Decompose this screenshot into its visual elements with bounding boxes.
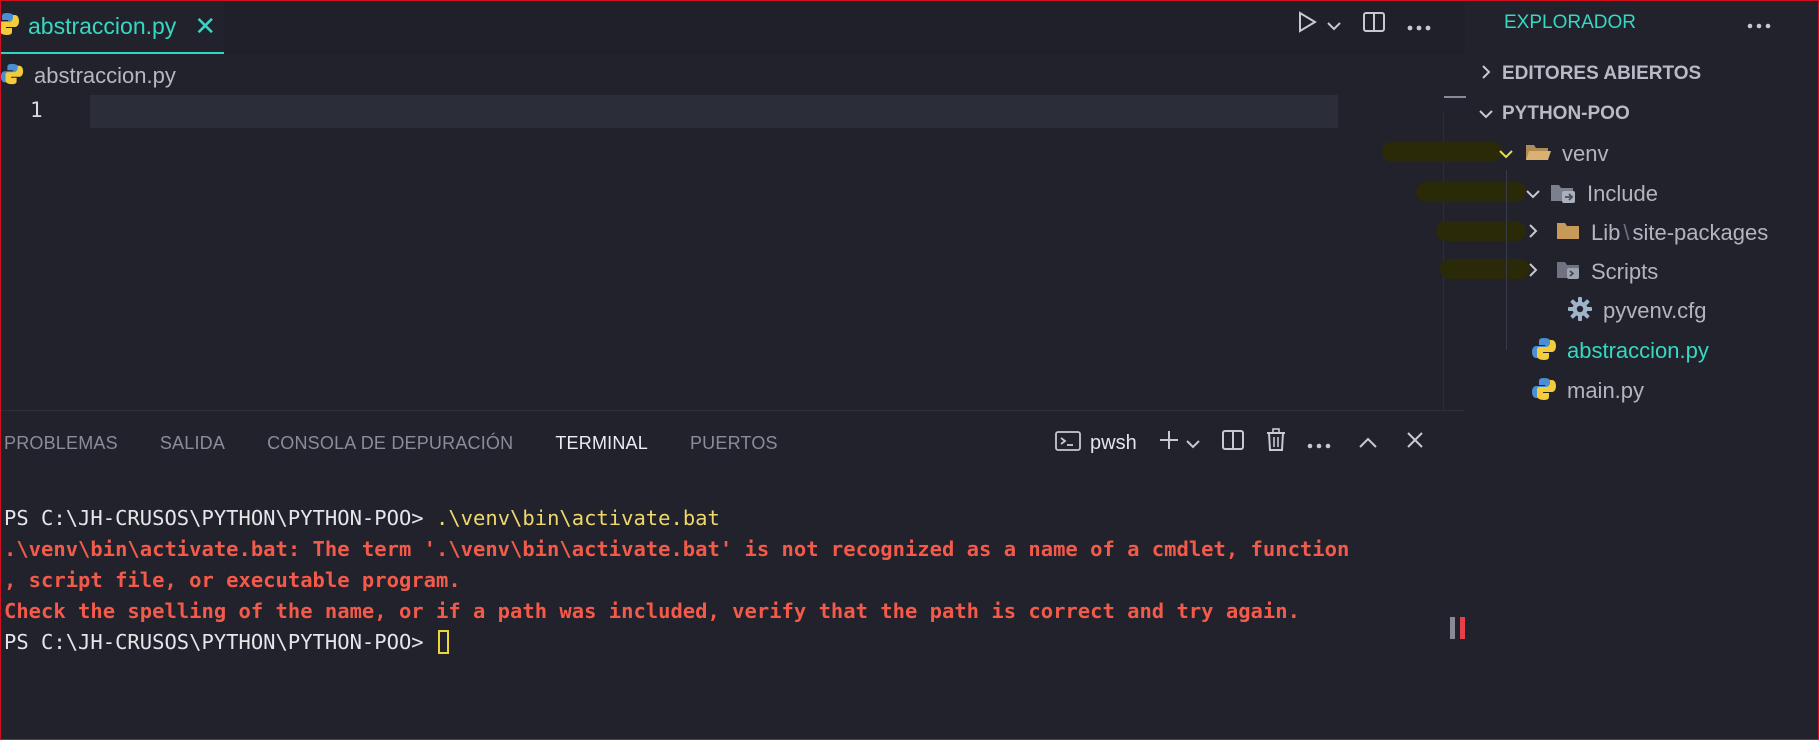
python-file-icon [0, 11, 20, 42]
section-label: EDITORES ABIERTOS [1502, 63, 1702, 84]
add-terminal-icon[interactable] [1157, 428, 1181, 458]
subfolder-name: site-packages [1632, 220, 1769, 245]
gear-icon [1567, 296, 1593, 327]
annotation-scribble [1440, 259, 1530, 279]
path-separator: \ [1623, 220, 1630, 245]
section-project[interactable]: PYTHON-POO [1476, 97, 1630, 131]
bottom-panel: PROBLEMAS SALIDA CONSOLA DE DEPURACIÓN T… [0, 410, 1465, 739]
folder-icon [1555, 220, 1581, 247]
explorer-title: EXPLORADOR [1504, 12, 1636, 33]
trash-icon[interactable] [1265, 428, 1287, 458]
python-file-icon [0, 62, 24, 91]
tree-item-label: pyvenv.cfg [1603, 298, 1707, 323]
panel-tabs: PROBLEMAS SALIDA CONSOLA DE DEPURACIÓN T… [4, 433, 778, 454]
tree-item-label: main.py [1567, 378, 1645, 403]
tree-item-label: venv [1562, 141, 1609, 166]
chevron-down-icon [1523, 184, 1543, 205]
tab-consola-depuracion[interactable]: CONSOLA DE DEPURACIÓN [267, 433, 513, 454]
terminal-error-line: Check the spelling of the name, or if a … [4, 599, 1300, 623]
section-label: PYTHON-POO [1502, 103, 1630, 124]
maximize-panel-icon[interactable] [1357, 430, 1379, 456]
chevron-down-icon[interactable] [1185, 430, 1201, 456]
more-icon[interactable] [1307, 430, 1331, 456]
tree-item-include[interactable]: Include [1523, 177, 1658, 211]
tree-item-scripts[interactable]: Scripts [1523, 255, 1658, 289]
terminal-prompt: PS C:\JH-CRUSOS\PYTHON\PYTHON-POO> [4, 506, 424, 530]
panel-actions: pwsh [1054, 425, 1425, 461]
tab-label: abstraccion.py [28, 12, 177, 39]
close-panel-icon[interactable] [1405, 430, 1425, 456]
python-file-icon [1531, 336, 1557, 367]
tab-problemas[interactable]: PROBLEMAS [4, 433, 118, 454]
tree-item-label: abstraccion.py [1567, 338, 1709, 363]
breadcrumb: abstraccion.py [0, 60, 176, 92]
tab-terminal[interactable]: TERMINAL [555, 433, 648, 454]
tab-abstraccion[interactable]: abstraccion.py ✕ [0, 0, 224, 54]
python-file-icon [1531, 376, 1557, 407]
split-editor-icon[interactable] [1362, 10, 1386, 41]
editor-actions [1296, 8, 1432, 42]
tree-item-label: Scripts [1591, 259, 1659, 284]
breadcrumb-item[interactable]: abstraccion.py [34, 63, 176, 89]
terminal-cursor [437, 630, 449, 654]
chevron-down-icon[interactable] [1326, 11, 1342, 39]
tab-puertos[interactable]: PUERTOS [690, 433, 778, 454]
terminal-prompt: PS C:\JH-CRUSOS\PYTHON\PYTHON-POO> [4, 630, 424, 654]
explorer-sidebar: EXPLORADOR EDITORES ABIERTOS PYTHON-POO … [1382, 0, 1819, 740]
terminal-error-line: .\venv\bin\activate.bat: The term '.\ven… [4, 537, 1350, 561]
run-icon[interactable] [1296, 10, 1318, 41]
minimap-slider[interactable] [1444, 96, 1466, 98]
annotation-scribble [1436, 221, 1526, 241]
annotation-scribble [1382, 142, 1502, 162]
chevron-right-icon [1523, 261, 1543, 284]
terminal-shell-selector[interactable]: pwsh [1054, 429, 1137, 458]
folder-open-icon [1524, 141, 1552, 168]
editor-tab-bar: abstraccion.py ✕ [0, 0, 1465, 54]
folder-include-icon [1549, 180, 1577, 209]
terminal-command: .\venv\bin\activate.bat [435, 506, 720, 530]
tree-item-lib[interactable]: Lib \ site-packages [1523, 216, 1768, 250]
tree-item-label: Include [1587, 181, 1658, 206]
current-line-highlight[interactable] [90, 95, 1338, 128]
chevron-right-icon [1476, 63, 1496, 86]
tree-item-label: Lib \ site-packages [1591, 220, 1768, 246]
terminal-error-line: , script file, or executable program. [4, 568, 461, 592]
tree-item-main[interactable]: main.py [1531, 374, 1644, 408]
terminal-icon [1054, 429, 1082, 458]
terminal-output[interactable]: PS C:\JH-CRUSOS\PYTHON\PYTHON-POO> .\ven… [4, 503, 1349, 658]
line-number: 1 [30, 98, 43, 122]
tree-item-pyvenv-cfg[interactable]: pyvenv.cfg [1543, 294, 1707, 328]
close-icon[interactable]: ✕ [194, 13, 216, 39]
more-icon[interactable] [1746, 6, 1772, 37]
shell-label: pwsh [1090, 431, 1137, 454]
tree-indent-guide [1506, 170, 1507, 350]
more-icon[interactable] [1406, 11, 1432, 39]
tab-salida[interactable]: SALIDA [160, 433, 225, 454]
chevron-down-icon [1496, 144, 1516, 165]
tree-item-venv[interactable]: venv [1496, 137, 1608, 171]
tree-item-abstraccion[interactable]: abstraccion.py [1531, 334, 1709, 368]
annotation-scribble [1416, 182, 1526, 202]
folder-name: Lib [1591, 220, 1621, 245]
folder-scripts-icon [1555, 258, 1581, 287]
chevron-right-icon [1523, 222, 1543, 245]
editor-area: abstraccion.py ✕ abstraccion.py 1 [0, 0, 1466, 410]
chevron-down-icon [1476, 104, 1496, 125]
section-open-editors[interactable]: EDITORES ABIERTOS [1476, 57, 1701, 91]
split-terminal-icon[interactable] [1221, 428, 1245, 458]
